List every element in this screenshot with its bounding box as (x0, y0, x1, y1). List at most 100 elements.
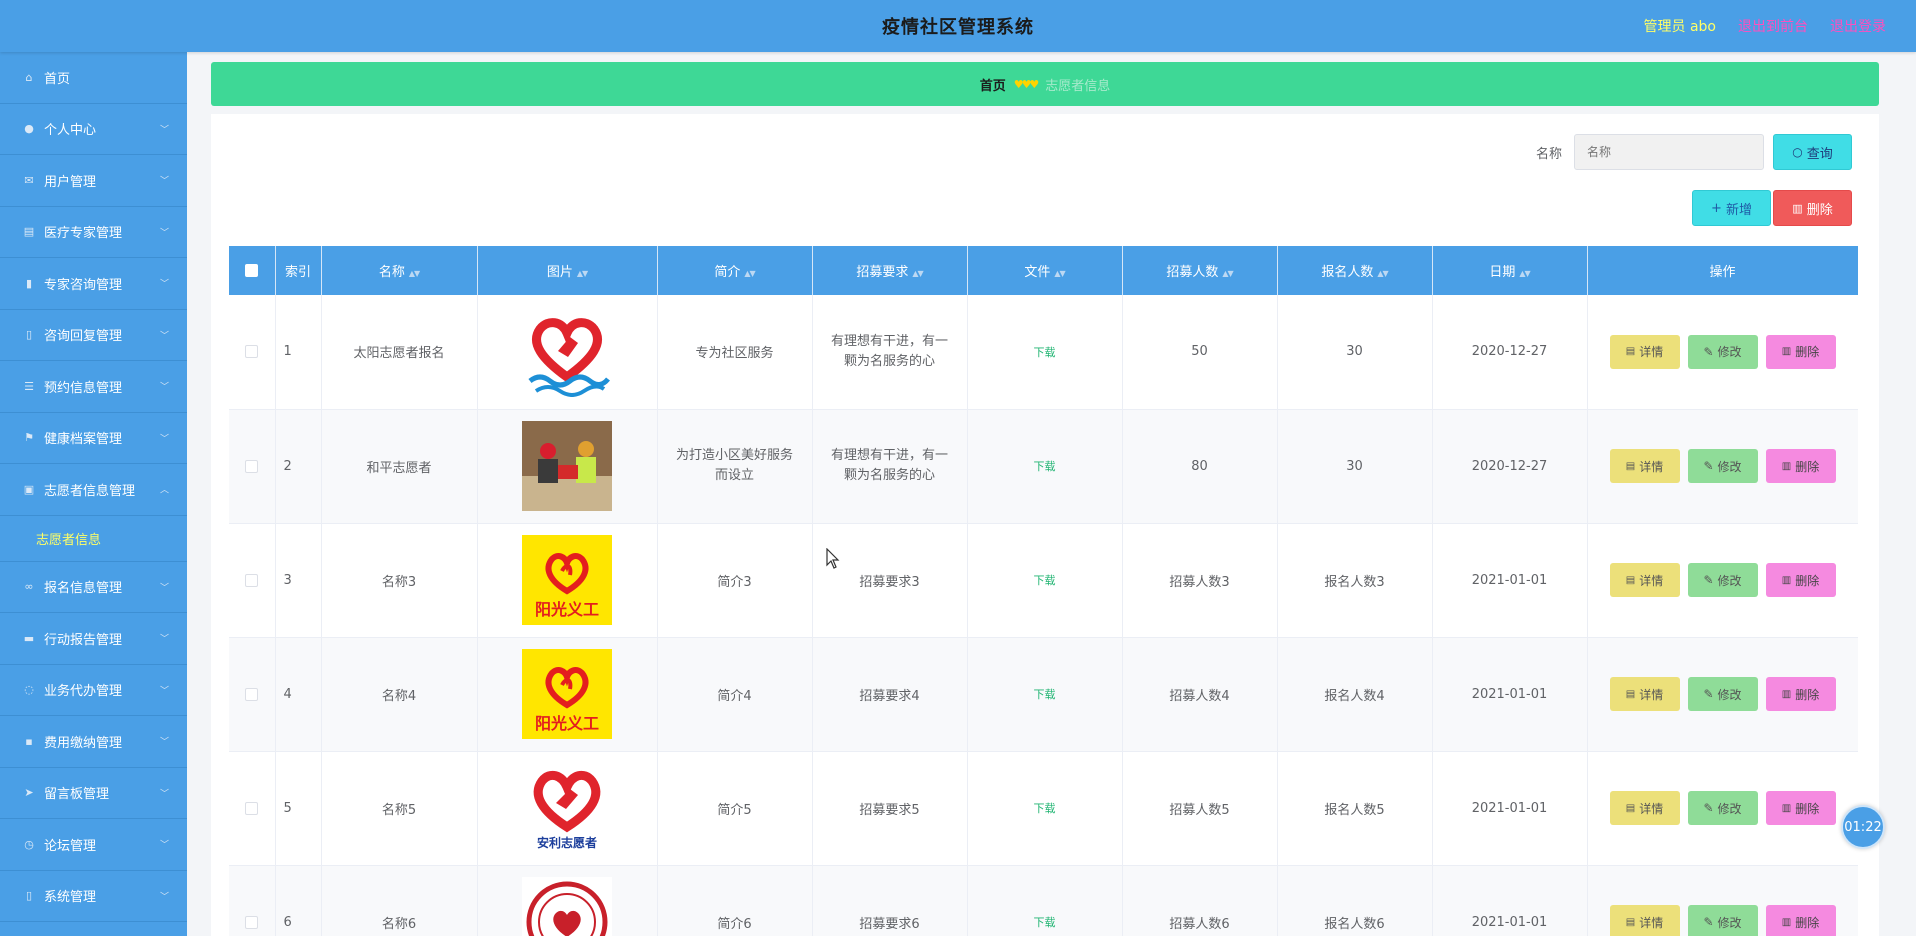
download-link[interactable]: 下载 (1034, 574, 1056, 587)
header-file[interactable]: 文件 ▲▼ (967, 246, 1123, 295)
row-checkbox[interactable] (245, 345, 259, 359)
table-row: 3 名称3 阳光义工 简介3 招募要求3 下载 招募人数3 报名人数3 2021… (229, 523, 1858, 638)
sidebar-item-experts[interactable]: ▤ 医疗专家管理 ﹀ (0, 207, 187, 258)
list-icon: ☰ (24, 379, 34, 393)
row-actions: ▤ 详情 ✎ 修改 ▥ 删除 (1588, 905, 1858, 936)
chevron-down-icon: ﹀ (159, 331, 169, 342)
edit-button[interactable]: ✎ 修改 (1687, 791, 1758, 825)
query-button[interactable]: ○ 查询 (1773, 134, 1852, 170)
edit-button[interactable]: ✎ 修改 (1687, 449, 1758, 483)
sidebar-item-volunteer[interactable]: ▣ 志愿者信息管理 ︿ (0, 464, 187, 516)
sidebar-item-health[interactable]: ⚑ 健康档案管理 ﹀ (0, 413, 187, 464)
header-name[interactable]: 名称 ▲▼ (321, 246, 478, 295)
trash-icon: ▥ (1781, 916, 1792, 928)
cell-intro: 简介5 (657, 751, 813, 866)
download-link[interactable]: 下载 (1034, 916, 1056, 929)
edit-button[interactable]: ✎ 修改 (1687, 677, 1758, 711)
sidebar-item-label: 用户管理 (44, 174, 97, 190)
download-link[interactable]: 下载 (1034, 460, 1056, 473)
breadcrumb-home[interactable]: 首页 (980, 75, 1006, 94)
document-icon: ▤ (1625, 574, 1636, 586)
header-image[interactable]: 图片 ▲▼ (477, 246, 658, 295)
delete-button[interactable]: ▥ 删除 (1765, 791, 1836, 825)
cell-date: 2020-12-27 (1432, 409, 1588, 524)
row-checkbox[interactable] (245, 915, 259, 929)
download-link[interactable]: 下载 (1034, 802, 1056, 815)
detail-button[interactable]: ▤ 详情 (1609, 791, 1680, 825)
header-select-all[interactable] (229, 246, 276, 295)
query-button-label: 查询 (1806, 146, 1833, 162)
timer-badge[interactable]: 01:22 (1841, 805, 1885, 849)
cell-recruit-count: 50 (1122, 295, 1278, 410)
sort-icon[interactable]: ▲▼ (1519, 269, 1530, 278)
document-icon: ▤ (1625, 916, 1636, 928)
sidebar-item-forum[interactable]: ◷ 论坛管理 ﹀ (0, 819, 187, 871)
edit-button[interactable]: ✎ 修改 (1687, 905, 1758, 936)
delete-button[interactable]: ▥ 删除 (1765, 334, 1836, 369)
cell-enrolled-count: 报名人数5 (1277, 751, 1433, 866)
sidebar-item-report[interactable]: ▬ 行动报告管理 ﹀ (0, 613, 187, 665)
header-enrolled-count[interactable]: 报名人数 ▲▼ (1277, 246, 1433, 295)
sidebar-item-personal[interactable]: ● 个人中心 ﹀ (0, 104, 187, 155)
sidebar-item-agency[interactable]: ◌ 业务代办管理 ﹀ (0, 665, 187, 716)
delete-button[interactable]: ▥ 删除 (1765, 905, 1836, 936)
row-checkbox[interactable] (245, 459, 259, 473)
header-requirement[interactable]: 招募要求 ▲▼ (812, 246, 968, 295)
sidebar-item-enroll[interactable]: ∞ 报名信息管理 ﹀ (0, 562, 187, 613)
delete-button[interactable]: ▥ 删除 (1765, 677, 1836, 711)
edit-button[interactable]: ✎ 修改 (1687, 334, 1758, 369)
download-link[interactable]: 下载 (1034, 688, 1056, 701)
sidebar-item-appointment[interactable]: ☰ 预约信息管理 ﹀ (0, 361, 187, 413)
sort-icon[interactable]: ▲▼ (912, 269, 923, 278)
logout-link[interactable]: 退出登录 (1830, 16, 1886, 36)
mail-icon: ✉ (24, 173, 34, 187)
sidebar-item-label: 个人中心 (44, 123, 97, 139)
sidebar-item-system[interactable]: ▯ 系统管理 ﹀ (0, 871, 187, 922)
detail-button[interactable]: ▤ 详情 (1609, 563, 1680, 597)
header-date[interactable]: 日期 ▲▼ (1432, 246, 1588, 295)
hearts-separator-icon: ♥♥♥ (1013, 77, 1040, 91)
sort-icon[interactable]: ▲▼ (577, 269, 588, 278)
download-link[interactable]: 下载 (1034, 346, 1056, 359)
sort-icon[interactable]: ▲▼ (409, 269, 420, 278)
batch-delete-button[interactable]: ▥ 删除 (1773, 190, 1852, 226)
detail-button[interactable]: ▤ 详情 (1609, 677, 1680, 711)
sidebar-item-fees[interactable]: ▪ 费用缴纳管理 ﹀ (0, 716, 187, 768)
select-all-checkbox[interactable] (245, 264, 259, 277)
sidebar-item-consult[interactable]: ▮ 专家咨询管理 ﹀ (0, 258, 187, 310)
detail-button[interactable]: ▤ 详情 (1609, 905, 1680, 936)
clipboard-icon: ▣ (23, 482, 35, 496)
sort-icon[interactable]: ▲▼ (744, 269, 755, 278)
detail-button[interactable]: ▤ 详情 (1609, 334, 1680, 369)
delete-button[interactable]: ▥ 删除 (1765, 563, 1836, 597)
cell-index: 3 (275, 523, 322, 638)
sidebar-item-home[interactable]: ⌂ 首页 (0, 52, 187, 104)
row-checkbox[interactable] (245, 801, 259, 815)
trash-icon: ▥ (1781, 802, 1792, 814)
sort-icon[interactable]: ▲▼ (1377, 269, 1388, 278)
search-input[interactable] (1574, 134, 1765, 170)
cell-date: 2021-01-01 (1432, 637, 1588, 752)
cell-name: 名称6 (321, 865, 478, 936)
sidebar-subitem-volunteer-info[interactable]: 志愿者信息 (0, 516, 187, 562)
header-recruit-count[interactable]: 招募人数 ▲▼ (1122, 246, 1278, 295)
back-to-frontend-link[interactable]: 退出到前台 (1738, 16, 1808, 36)
header-actions: 操作 (1587, 246, 1858, 295)
edit-button[interactable]: ✎ 修改 (1687, 563, 1758, 597)
sidebar-item-label: 预约信息管理 (44, 380, 123, 396)
sort-icon[interactable]: ▲▼ (1222, 269, 1233, 278)
sidebar-item-reply[interactable]: ▯ 咨询回复管理 ﹀ (0, 310, 187, 361)
detail-button[interactable]: ▤ 详情 (1609, 449, 1680, 483)
table-row: 6 名称6 简介6 招募要求6 下载 招募人数6 报名人数6 2021-01-0… (229, 865, 1858, 936)
document-icon: ▤ (23, 225, 35, 239)
add-button[interactable]: + 新增 (1692, 190, 1771, 226)
header-intro[interactable]: 简介 ▲▼ (657, 246, 813, 295)
row-actions: ▤ 详情 ✎ 修改 ▥ 删除 (1588, 563, 1858, 597)
delete-button[interactable]: ▥ 删除 (1765, 449, 1836, 483)
sidebar-item-label: 费用缴纳管理 (44, 735, 123, 751)
sort-icon[interactable]: ▲▼ (1054, 269, 1065, 278)
sidebar-item-messages[interactable]: ➤ 留言板管理 ﹀ (0, 768, 187, 819)
sidebar-item-users[interactable]: ✉ 用户管理 ﹀ (0, 155, 187, 207)
row-checkbox[interactable] (245, 573, 259, 587)
row-checkbox[interactable] (245, 687, 259, 701)
